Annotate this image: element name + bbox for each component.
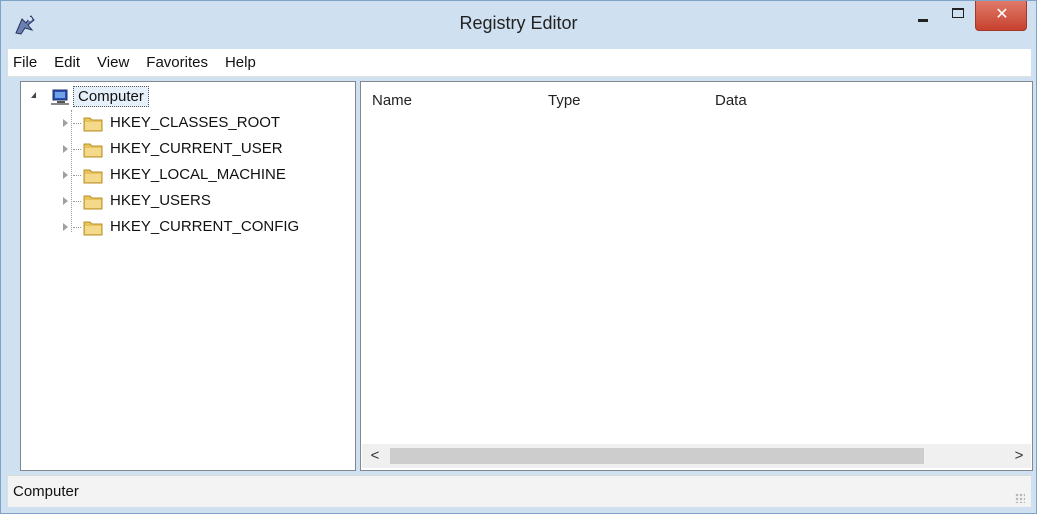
tree-connector bbox=[73, 123, 81, 124]
tree-item-hkey-users[interactable]: HKEY_USERS bbox=[63, 190, 343, 214]
folder-icon bbox=[83, 143, 103, 158]
tree-item-label: HKEY_CLASSES_ROOT bbox=[110, 114, 281, 131]
menu-view[interactable]: View bbox=[95, 52, 131, 73]
maximize-icon bbox=[952, 8, 964, 18]
folder-icon bbox=[83, 221, 103, 236]
expand-arrow-icon[interactable] bbox=[63, 119, 68, 127]
tree-item-label: HKEY_CURRENT_USER bbox=[110, 140, 283, 157]
values-list-pane[interactable]: Name Type Data < > bbox=[360, 81, 1033, 471]
key-tree-pane[interactable]: Computer HKEY_CLASSES_ROOT HKEY_CURRENT_… bbox=[20, 81, 356, 471]
status-bar: Computer bbox=[8, 475, 1031, 507]
minimize-icon bbox=[918, 19, 928, 22]
tree-root-label[interactable]: Computer bbox=[73, 86, 149, 107]
tree-item-label: HKEY_LOCAL_MACHINE bbox=[110, 166, 286, 183]
window-title: Registry Editor bbox=[459, 13, 578, 33]
column-header-name[interactable]: Name bbox=[372, 92, 412, 109]
tree-connector bbox=[73, 227, 81, 228]
tree-item-hkey-current-config[interactable]: HKEY_CURRENT_CONFIG bbox=[63, 216, 343, 240]
tree-connector bbox=[73, 149, 81, 150]
folder-icon bbox=[83, 169, 103, 184]
computer-icon bbox=[51, 89, 69, 105]
minimize-button[interactable] bbox=[905, 1, 939, 33]
resize-grip-icon[interactable] bbox=[1015, 493, 1025, 503]
expand-arrow-icon[interactable] bbox=[63, 145, 68, 153]
menu-bar: File Edit View Favorites Help bbox=[8, 49, 1031, 77]
horizontal-scrollbar[interactable]: < > bbox=[362, 444, 1031, 468]
expand-arrow-icon[interactable] bbox=[63, 223, 68, 231]
maximize-button[interactable] bbox=[941, 1, 975, 33]
expand-arrow-icon[interactable] bbox=[63, 197, 68, 205]
menu-file[interactable]: File bbox=[11, 52, 39, 73]
tree-item-hkey-current-user[interactable]: HKEY_CURRENT_USER bbox=[63, 138, 343, 162]
close-button[interactable]: ✕ bbox=[975, 1, 1027, 31]
scrollbar-thumb[interactable] bbox=[390, 448, 924, 464]
status-path: Computer bbox=[13, 483, 79, 500]
tree-connector bbox=[73, 175, 81, 176]
menu-edit[interactable]: Edit bbox=[52, 52, 82, 73]
expand-arrow-icon[interactable] bbox=[63, 171, 68, 179]
tree-item-label: HKEY_USERS bbox=[110, 192, 211, 209]
tree-root-computer[interactable]: Computer bbox=[31, 86, 201, 108]
menu-favorites[interactable]: Favorites bbox=[144, 52, 210, 73]
column-header-data[interactable]: Data bbox=[715, 92, 747, 109]
tree-item-hkey-local-machine[interactable]: HKEY_LOCAL_MACHINE bbox=[63, 164, 343, 188]
menu-help[interactable]: Help bbox=[223, 52, 258, 73]
collapse-arrow-icon[interactable] bbox=[31, 92, 36, 98]
scroll-left-icon[interactable]: < bbox=[366, 446, 384, 466]
tree-item-label: HKEY_CURRENT_CONFIG bbox=[110, 218, 300, 235]
tree-item-hkey-classes-root[interactable]: HKEY_CLASSES_ROOT bbox=[63, 112, 343, 136]
scroll-right-icon[interactable]: > bbox=[1010, 446, 1028, 466]
column-header-type[interactable]: Type bbox=[548, 92, 581, 109]
folder-icon bbox=[83, 195, 103, 210]
folder-icon bbox=[83, 117, 103, 132]
close-icon: ✕ bbox=[995, 6, 1009, 23]
tree-connector bbox=[73, 201, 81, 202]
title-bar[interactable]: Registry Editor ✕ bbox=[1, 1, 1036, 49]
registry-editor-window: Registry Editor ✕ File Edit View Favorit… bbox=[0, 0, 1037, 514]
